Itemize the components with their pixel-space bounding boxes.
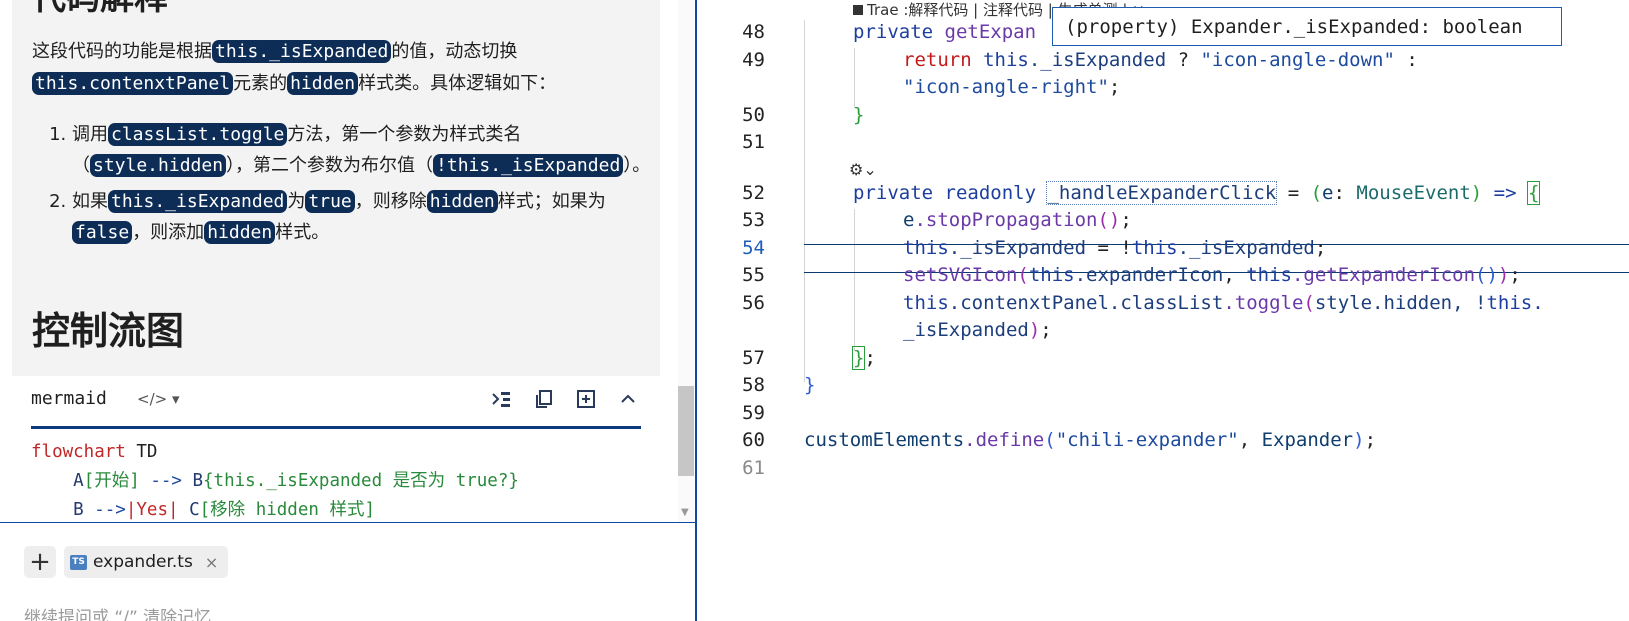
- line-number: 53: [742, 209, 765, 231]
- code-line-54: this._isExpanded = !this._isExpanded;: [903, 237, 1327, 259]
- code-editor[interactable]: 48 49 50 51 52 53 54 55 56 57 58 59 60 6…: [697, 0, 1629, 621]
- line-number: 60: [742, 429, 765, 451]
- list-item: 如果this._isExpanded为true，则移除hidden样式；如果为f…: [72, 186, 660, 248]
- copy-icon[interactable]: [531, 386, 557, 412]
- chat-input-placeholder[interactable]: 继续提问或 “/” 清除记忆: [24, 603, 211, 621]
- answer-heading: 代码解释: [32, 0, 168, 19]
- line-number: 48: [742, 21, 765, 43]
- insert-icon[interactable]: [489, 386, 515, 412]
- code-line-55: setSVGIcon(this.expanderIcon, this.getEx…: [903, 264, 1521, 286]
- new-file-icon[interactable]: [573, 386, 599, 412]
- code-line-49-wrap: "icon-angle-right";: [903, 76, 1121, 98]
- mermaid-code-block: mermaid </> ▾ flowchart TD A[开始] --> B{t…: [12, 376, 660, 523]
- line-number: 51: [742, 131, 765, 153]
- chat-panel: 代码解释 这段代码的功能是根据this._isExpanded的值，动态切换th…: [0, 0, 695, 621]
- code-line-53: e.stopPropagation();: [903, 209, 1132, 231]
- trae-icon: [853, 4, 863, 15]
- add-context-button[interactable]: +: [24, 546, 56, 578]
- line-number-active: 54: [742, 237, 765, 259]
- code-line-57: };: [851, 346, 876, 370]
- line-number: 52: [742, 182, 765, 204]
- code-line-50: }: [853, 104, 865, 126]
- section-heading: 控制流图: [32, 309, 185, 353]
- hover-tooltip: (property) Expander._isExpanded: boolean: [1052, 7, 1562, 46]
- list-item: 调用classList.toggle方法，第一个参数为样式类名（style.hi…: [72, 119, 660, 181]
- chat-input-area: + TS expander.ts × 继续提问或 “/” 清除记忆: [0, 522, 695, 621]
- file-chip-label: expander.ts: [93, 552, 193, 572]
- code-line-58: }: [804, 374, 816, 396]
- inline-code: hidden: [287, 72, 359, 95]
- code-line-49: return this._isExpanded ? "icon-angle-do…: [903, 49, 1418, 71]
- inline-code: this._isExpanded: [212, 40, 392, 63]
- inline-code: this.contenxtPanel: [32, 72, 234, 95]
- ai-answer: 代码解释 这段代码的功能是根据this._isExpanded的值，动态切换th…: [12, 0, 660, 376]
- typescript-file-icon: TS: [70, 554, 87, 570]
- code-block-header: mermaid </> ▾: [31, 376, 641, 429]
- line-number: 58: [742, 374, 765, 396]
- line-number: 50: [742, 104, 765, 126]
- close-icon[interactable]: ×: [205, 553, 218, 572]
- chat-scrollbar-thumb[interactable]: [678, 386, 694, 476]
- collapse-icon[interactable]: [615, 386, 641, 412]
- indent-guide: [854, 48, 855, 108]
- scroll-down-icon[interactable]: ▼: [681, 507, 689, 518]
- line-number: 59: [742, 402, 765, 424]
- indent-guide: [854, 209, 855, 351]
- code-line-56: this.contenxtPanel.classList.toggle(styl…: [903, 292, 1544, 314]
- code-line-52: private readonly _handleExpanderClick = …: [853, 181, 1541, 205]
- file-chip[interactable]: TS expander.ts ×: [64, 546, 229, 578]
- line-number: 49: [742, 49, 765, 71]
- steps-list: 调用classList.toggle方法，第一个参数为样式类名（style.hi…: [32, 119, 660, 253]
- line-number: 61: [742, 457, 765, 479]
- code-line-56-wrap: _isExpanded);: [903, 319, 1052, 341]
- code-line-48: private getExpan: [853, 21, 1037, 43]
- ai-action-icon[interactable]: ⚙⌄: [849, 160, 877, 179]
- line-number: 56: [742, 292, 765, 314]
- answer-paragraph: 这段代码的功能是根据 this._isExpanded 的值，动态切换this.co…: [32, 40, 557, 95]
- code-line-60: customElements.define("chili-expander", …: [804, 429, 1377, 451]
- indent-guide: [804, 20, 805, 382]
- code-language: mermaid: [31, 388, 107, 409]
- code-view-toggle[interactable]: </> ▾: [137, 390, 180, 408]
- mermaid-code: flowchart TD A[开始] --> B{this._isExpande…: [31, 442, 519, 520]
- line-number: 55: [742, 264, 765, 286]
- line-number: 57: [742, 347, 765, 369]
